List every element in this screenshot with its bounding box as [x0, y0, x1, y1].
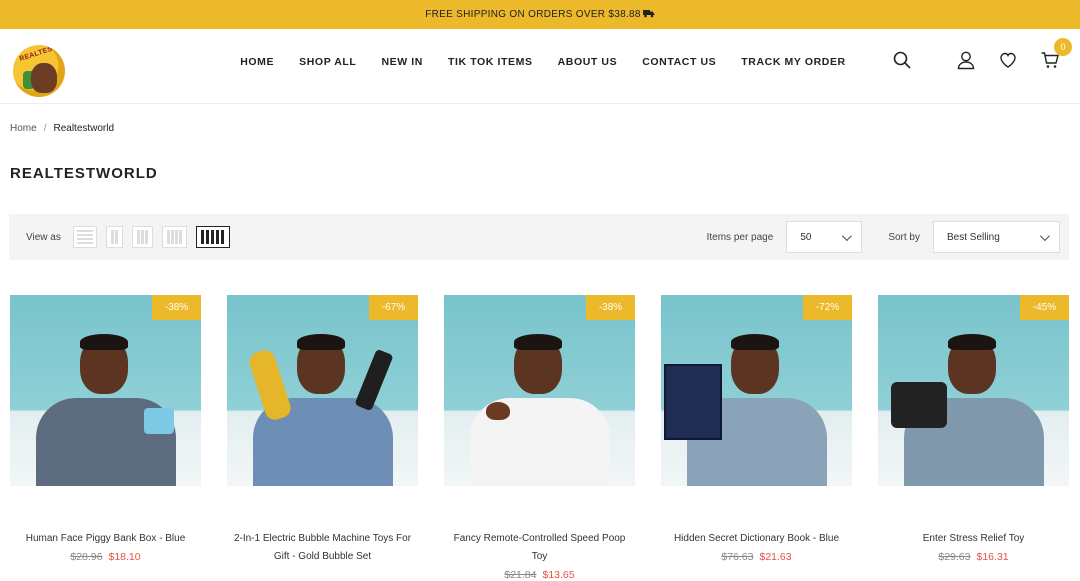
compare-at-price: $76.63 [721, 551, 754, 563]
product-title[interactable]: Fancy Remote-Controlled Speed Poop Toy [444, 530, 635, 566]
product-title[interactable]: Hidden Secret Dictionary Book - Blue [661, 530, 852, 548]
items-per-page-label: Items per page [706, 231, 774, 243]
product-card[interactable]: -67% 2-In-1 Electric Bubble Machine Toys… [227, 295, 418, 581]
nav-home[interactable]: HOME [240, 56, 274, 68]
product-title[interactable]: 2-In-1 Electric Bubble Machine Toys For … [227, 530, 418, 566]
sort-by-select[interactable]: Best Selling [933, 221, 1060, 253]
truck-icon [642, 9, 655, 21]
announcement-bar: FREE SHIPPING ON ORDERS OVER $38.88 [0, 0, 1080, 29]
product-image[interactable]: -38% [10, 295, 201, 486]
sale-price: $16.31 [976, 551, 1009, 563]
chevron-down-icon [1039, 230, 1050, 241]
product-title[interactable]: Human Face Piggy Bank Box - Blue [10, 530, 201, 548]
sort-by-value: Best Selling [947, 231, 1000, 243]
chevron-down-icon [842, 230, 853, 241]
items-per-page-select[interactable]: 50 [786, 221, 863, 253]
announcement-text: FREE SHIPPING ON ORDERS OVER $38.88 [425, 9, 641, 20]
product-title[interactable]: Enter Stress Relief Toy [878, 530, 1069, 548]
page-title: REALTESTWORLD [10, 165, 158, 182]
product-card[interactable]: -38% Fancy Remote-Controlled Speed Poop … [444, 295, 635, 581]
view-2-columns-button[interactable] [105, 226, 123, 248]
product-card[interactable]: -38% Human Face Piggy Bank Box - Blue $2… [10, 295, 201, 581]
nav-contact-us[interactable]: CONTACT US [642, 56, 716, 68]
nav-about-us[interactable]: ABOUT US [558, 56, 618, 68]
discount-badge: -72% [803, 295, 852, 320]
compare-at-price: $29.63 [938, 551, 971, 563]
heart-icon[interactable] [996, 48, 1020, 72]
discount-badge: -45% [1020, 295, 1069, 320]
view-list-button[interactable] [72, 226, 97, 248]
product-image[interactable]: -38% [444, 295, 635, 486]
header-icons: 0 [890, 38, 1072, 72]
product-image[interactable]: -67% [227, 295, 418, 486]
product-card[interactable]: -45% Enter Stress Relief Toy $29.63 $16.3… [878, 295, 1069, 581]
view-5-columns-button[interactable] [195, 226, 230, 248]
cart-count-badge: 0 [1054, 38, 1072, 56]
user-icon[interactable] [954, 48, 978, 72]
discount-badge: -38% [586, 295, 635, 320]
discount-badge: -67% [369, 295, 418, 320]
breadcrumb-home[interactable]: Home [10, 123, 37, 134]
sale-price: $21.63 [759, 551, 792, 563]
view-3-columns-button[interactable] [131, 226, 153, 248]
compare-at-price: $28.96 [70, 551, 103, 563]
product-price: $29.63 $16.31 [878, 551, 1069, 563]
nav-new-in[interactable]: NEW IN [381, 56, 423, 68]
product-card[interactable]: -72% Hidden Secret Dictionary Book - Blu… [661, 295, 852, 581]
discount-badge: -38% [152, 295, 201, 320]
sale-price: $18.10 [108, 551, 141, 563]
view-as-label: View as [26, 231, 61, 243]
nav-shop-all[interactable]: SHOP ALL [299, 56, 356, 68]
breadcrumb: Home / Realtestworld [10, 123, 114, 134]
collection-toolbar: View as Items per page 50 Sort by Best S… [9, 214, 1069, 260]
view-4-columns-button[interactable] [161, 226, 187, 248]
product-grid: -38% Human Face Piggy Bank Box - Blue $2… [10, 295, 1069, 581]
items-per-page-value: 50 [800, 231, 812, 243]
sort-by-label: Sort by [888, 231, 920, 243]
product-price: $76.63 $21.63 [661, 551, 852, 563]
nav-track-my-order[interactable]: TRACK MY ORDER [741, 56, 845, 68]
nav-tik-tok-items[interactable]: TIK TOK ITEMS [448, 56, 533, 68]
product-image[interactable]: -72% [661, 295, 852, 486]
product-image[interactable]: -45% [878, 295, 1069, 486]
breadcrumb-current: Realtestworld [53, 123, 115, 134]
site-header: REALTEST HOME SHOP ALL NEW IN TIK TOK IT… [0, 29, 1080, 104]
product-price: $28.96 $18.10 [10, 551, 201, 563]
site-logo[interactable]: REALTEST [13, 45, 65, 97]
search-icon[interactable] [890, 48, 914, 72]
breadcrumb-separator: / [43, 123, 47, 134]
cart-icon[interactable]: 0 [1038, 38, 1072, 72]
